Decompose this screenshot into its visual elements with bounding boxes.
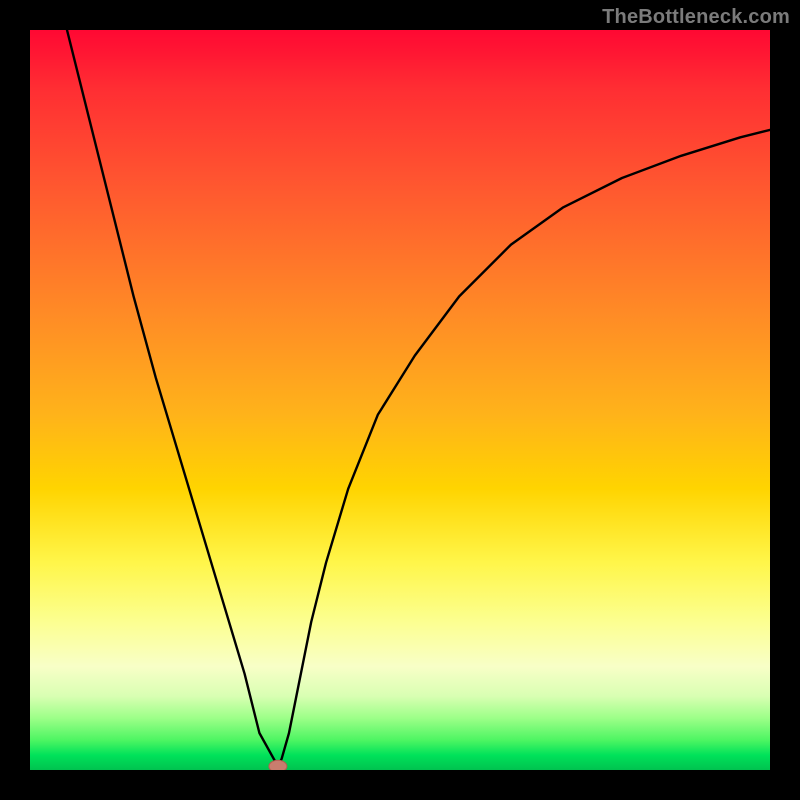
chart-container: TheBottleneck.com (0, 0, 800, 800)
bottleneck-curve (67, 30, 770, 766)
plot-area (30, 30, 770, 770)
minimum-marker (269, 760, 287, 770)
chart-svg (30, 30, 770, 770)
watermark-text: TheBottleneck.com (602, 6, 790, 29)
